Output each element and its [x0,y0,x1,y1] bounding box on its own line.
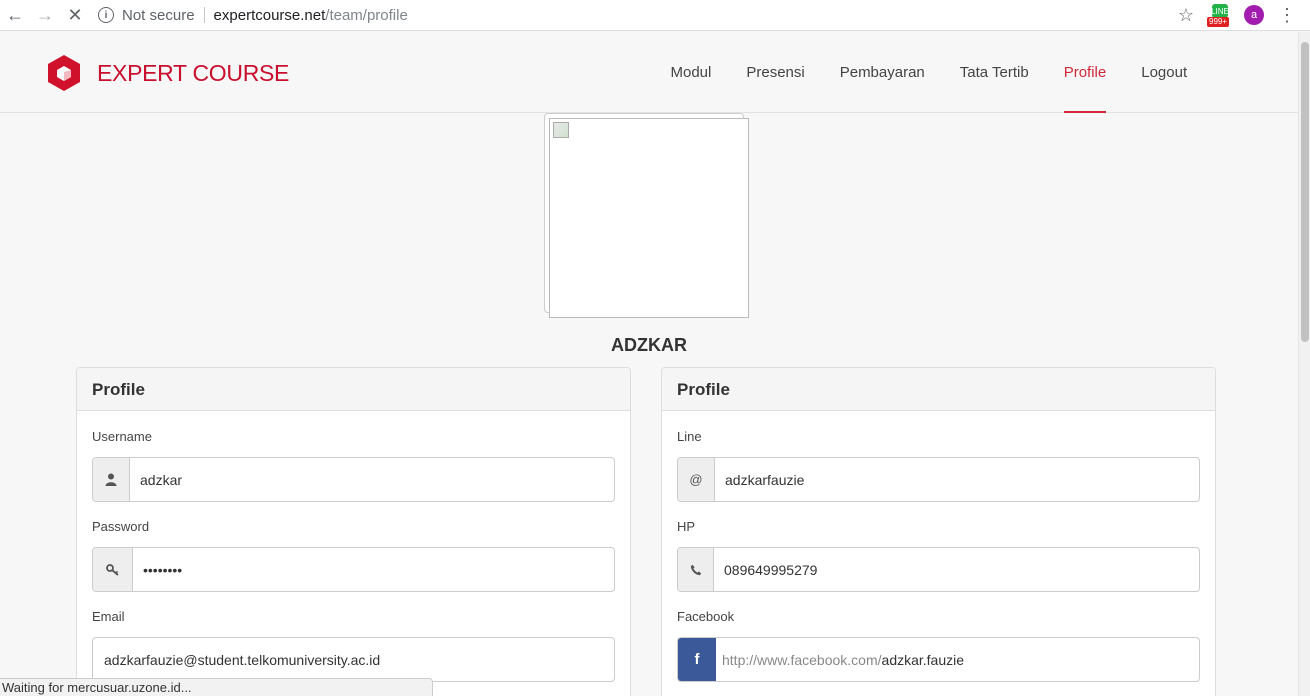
username-label: Username [92,429,152,444]
username-value[interactable]: adzkar [130,458,614,501]
hp-field[interactable]: 089649995279 [677,547,1200,592]
browser-menu-icon[interactable]: ⋮ [1278,6,1296,24]
address-divider [203,7,205,23]
address-bar[interactable]: i Not secure expertcourse.net /team/prof… [98,2,1178,28]
nav-pembayaran[interactable]: Pembayaran [822,32,942,113]
facebook-url-prefix: http://www.facebook.com/ [722,651,882,668]
key-icon [93,548,133,591]
status-bubble: Waiting for mercusuar.uzone.id... [0,678,433,696]
page-scrollbar[interactable] [1298,32,1310,696]
line-label: Line [677,429,702,444]
profile-name: ADZKAR [611,335,687,355]
phone-icon [678,548,714,591]
line-extension-logo: LINE [1211,4,1229,18]
user-icon [93,458,130,501]
panel-title: Profile [77,368,630,411]
hexagon-logo-icon [48,55,80,91]
nav-presensi[interactable]: Presensi [729,32,822,113]
nav-modul[interactable]: Modul [653,32,729,113]
password-field[interactable]: •••••••• [92,547,615,592]
site-navbar: EXPERT COURSE Modul Presensi Pembayaran … [0,32,1298,113]
email-field[interactable]: adzkarfauzie@student.telkomuniversity.ac… [92,637,615,682]
profile-photo [549,118,749,318]
main-menu: Modul Presensi Pembayaran Tata Tertib Pr… [653,32,1205,113]
forward-icon[interactable]: → [30,1,60,29]
url-path: /team/profile [325,6,408,24]
line-value[interactable]: adzkarfauzie [715,458,1199,501]
nav-logout[interactable]: Logout [1124,32,1205,113]
security-label: Not secure [122,6,195,24]
facebook-label: Facebook [677,609,735,624]
back-icon[interactable]: ← [0,1,30,29]
info-icon[interactable]: i [98,7,114,23]
hp-value[interactable]: 089649995279 [714,548,1199,591]
broken-image-icon [553,122,569,138]
profile-panel-contact: Profile Line @ adzkarfauzie HP 089649995… [661,367,1216,696]
at-icon: @ [678,458,715,501]
email-label: Email [92,609,125,624]
scrollbar-thumb[interactable] [1301,42,1309,342]
facebook-field[interactable]: f http://www.facebook.com/ adzkar.fauzie [677,637,1200,682]
password-value[interactable]: •••••••• [133,548,614,591]
profile-panel-account: Profile Username adzkar Password •••••••… [76,367,631,696]
password-label: Password [92,519,150,534]
username-field[interactable]: adzkar [92,457,615,502]
browser-toolbar: ← → ✕ i Not secure expertcourse.net /tea… [0,0,1310,31]
bookmark-star-icon[interactable]: ☆ [1178,5,1194,26]
extension-badge: 999+ [1207,17,1230,27]
url-host: expertcourse.net [213,6,326,24]
brand-name: EXPERT COURSE [97,59,290,86]
hp-label: HP [677,519,696,534]
profile-avatar[interactable]: a [1244,5,1264,25]
panel-title: Profile [662,368,1215,411]
facebook-icon: f [678,638,716,681]
nav-tata-tertib[interactable]: Tata Tertib [942,32,1046,113]
stop-loading-icon[interactable]: ✕ [60,1,90,29]
line-extension-icon[interactable]: LINE 999+ [1207,4,1230,27]
facebook-value[interactable]: adzkar.fauzie [882,638,965,681]
line-field[interactable]: @ adzkarfauzie [677,457,1200,502]
nav-profile[interactable]: Profile [1046,32,1124,113]
site-logo[interactable]: EXPERT COURSE [47,54,289,92]
